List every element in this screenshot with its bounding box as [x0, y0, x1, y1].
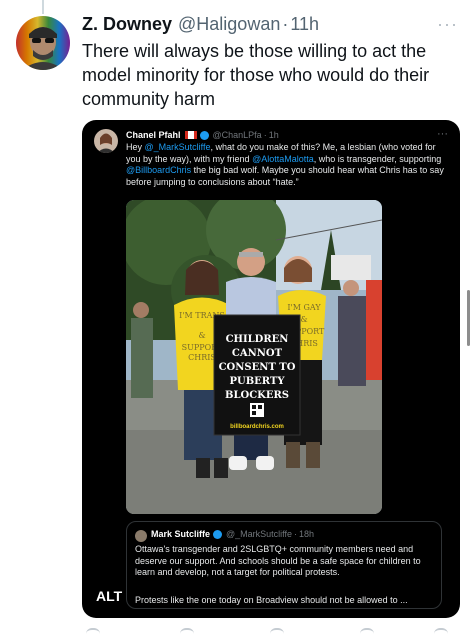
quoted-tweet-text: Hey @_MarkSutcliffe, what do you make of…	[126, 142, 444, 188]
sign-line-2: CANNOT	[232, 348, 283, 359]
verified-badge-icon	[213, 529, 223, 539]
mention-link[interactable]: @BillboardChris	[126, 165, 191, 175]
svg-text:&: &	[300, 315, 307, 324]
quoted-author-name[interactable]: Chanel Pfahl	[126, 130, 181, 140]
alt-text-badge[interactable]: ALT	[94, 588, 125, 604]
shirt-right-text: I'M GAY	[287, 303, 321, 312]
sign-line-4: PUBERTY	[229, 376, 285, 387]
author-handle[interactable]: @Haligowan	[178, 14, 280, 35]
nested-tweet-text: Ottawa's transgender and 2SLGBTQ+ commun…	[135, 544, 421, 577]
nested-author-avatar[interactable]	[135, 530, 147, 542]
verified-badge-icon	[199, 130, 209, 140]
text-fragment: , who is transgender, supporting	[313, 153, 442, 164]
sign-url: billboardchris.com	[230, 424, 284, 430]
retweet-icon[interactable]	[180, 628, 194, 634]
nested-quoted-tweet[interactable]: Mark Sutcliffe @_MarkSutcliffe · 18h Ott…	[126, 521, 442, 609]
like-icon[interactable]	[270, 628, 284, 634]
author-avatar[interactable]	[16, 16, 70, 70]
svg-text:CHRIS: CHRIS	[188, 353, 216, 362]
sign-line-1: CHILDREN	[226, 334, 289, 345]
nested-tweet-text-truncated: Protests like the one today on Broadview…	[135, 595, 408, 605]
tweet-header: Z. Downey @Haligowan · 11h	[82, 14, 460, 36]
quoted-tweet-card[interactable]: Chanel Pfahl @ChanLPfa · 1h ··· Hey @_Ma…	[82, 120, 460, 618]
tweet-body-text: There will always be those willing to ac…	[82, 41, 430, 109]
text-fragment: Hey	[126, 142, 145, 152]
share-icon[interactable]	[434, 628, 448, 634]
separator-dot: ·	[282, 14, 289, 34]
mention-link[interactable]: @_MarkSutcliffe	[145, 142, 211, 152]
nested-tweet-header: Mark Sutcliffe @_MarkSutcliffe · 18h	[151, 529, 314, 539]
scrollbar-thumb[interactable]	[467, 290, 470, 346]
separator-dot: ·	[263, 130, 267, 140]
thread-connector-line	[42, 0, 44, 14]
sign-line-5: BLOCKERS	[225, 390, 289, 401]
views-icon[interactable]	[360, 628, 374, 634]
action-bar-partial	[84, 628, 454, 634]
quoted-author-avatar[interactable]	[94, 129, 118, 153]
nested-author-handle[interactable]: @_MarkSutcliffe	[226, 529, 292, 539]
svg-text:&: &	[198, 331, 205, 340]
quoted-timestamp[interactable]: 1h	[269, 130, 279, 140]
sign-line-3: CONSENT TO	[219, 362, 296, 373]
quoted-more-icon[interactable]: ···	[437, 128, 448, 140]
more-options-icon[interactable]: ···	[437, 14, 458, 35]
author-display-name[interactable]: Z. Downey	[82, 14, 172, 35]
attached-photo[interactable]: I'M TRANS & SUPPORT CHRIS I'M GAY & SUPP…	[126, 200, 382, 514]
nested-timestamp[interactable]: 18h	[299, 529, 314, 539]
tweet-timestamp[interactable]: 11h	[290, 14, 319, 35]
quoted-tweet-header: Chanel Pfahl @ChanLPfa · 1h	[126, 130, 279, 140]
quoted-author-handle[interactable]: @ChanLPfa	[213, 130, 262, 140]
reply-icon[interactable]	[86, 628, 100, 634]
canada-flag-icon	[184, 131, 197, 139]
separator-dot: ·	[294, 529, 298, 539]
nested-author-name[interactable]: Mark Sutcliffe	[151, 529, 210, 539]
mention-link[interactable]: @AlottaMalotta	[252, 154, 314, 164]
